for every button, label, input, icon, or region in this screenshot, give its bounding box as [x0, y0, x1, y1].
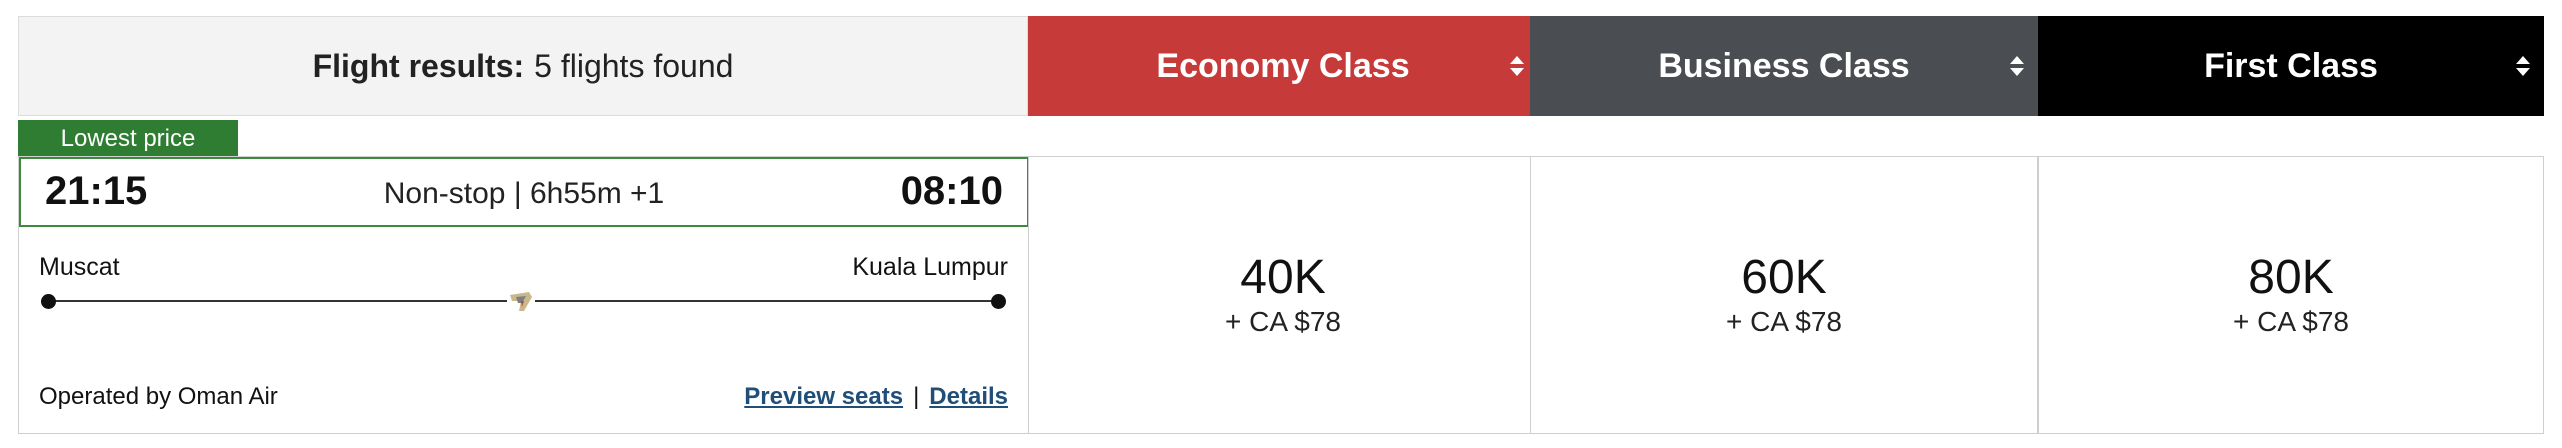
first-fare-tax: + CA $78	[2233, 306, 2349, 337]
economy-class-label: Economy Class	[1156, 46, 1410, 85]
flight-card: 21:15 Non-stop | 6h55m +1 08:10 Muscat K…	[18, 156, 1029, 434]
business-class-label: Business Class	[1658, 46, 1910, 85]
first-fare-cell[interactable]: 80K + CA $78	[2038, 156, 2544, 434]
sort-first-class-header[interactable]: First Class	[2038, 16, 2544, 116]
arrival-time: 08:10	[900, 169, 1003, 213]
sort-arrows-icon	[1510, 56, 1524, 76]
flight-links: Preview seats | Details	[744, 383, 1008, 411]
oman-air-tail-icon	[507, 289, 535, 315]
sort-business-class-header[interactable]: Business Class	[1530, 16, 2038, 116]
operated-by: Operated by Oman Air	[39, 383, 278, 410]
origin-dot	[41, 294, 56, 309]
business-fare-tax: + CA $78	[1726, 306, 1842, 337]
first-fare-miles: 80K	[2248, 251, 2334, 304]
first-class-label: First Class	[2204, 46, 2378, 85]
sort-economy-class-header[interactable]: Economy Class	[1028, 16, 1538, 116]
lowest-price-badge: Lowest price	[18, 120, 238, 169]
business-fare-cell[interactable]: 60K + CA $78	[1530, 156, 2038, 434]
flight-duration: Non-stop | 6h55m +1	[383, 177, 665, 210]
economy-fare-miles: 40K	[1240, 251, 1326, 304]
business-fare-miles: 60K	[1741, 251, 1827, 304]
economy-fare-cell[interactable]: 40K + CA $78	[1028, 156, 1538, 434]
sort-arrows-icon	[2516, 56, 2530, 76]
sort-arrows-icon	[2010, 56, 2024, 76]
results-count: 5 flights found	[534, 47, 734, 84]
flight-times-bar: 21:15 Non-stop | 6h55m +1 08:10	[19, 157, 1029, 227]
destination-city: Kuala Lumpur	[852, 253, 1008, 281]
results-label: Flight results:	[312, 47, 525, 84]
flight-results-header: Flight results: 5 flights found	[18, 16, 1028, 116]
origin-city: Muscat	[39, 253, 120, 281]
economy-fare-tax: + CA $78	[1225, 306, 1341, 337]
details-link[interactable]: Details	[929, 383, 1008, 410]
link-separator: |	[913, 383, 920, 410]
preview-seats-link[interactable]: Preview seats	[744, 383, 903, 410]
destination-dot	[991, 294, 1006, 309]
